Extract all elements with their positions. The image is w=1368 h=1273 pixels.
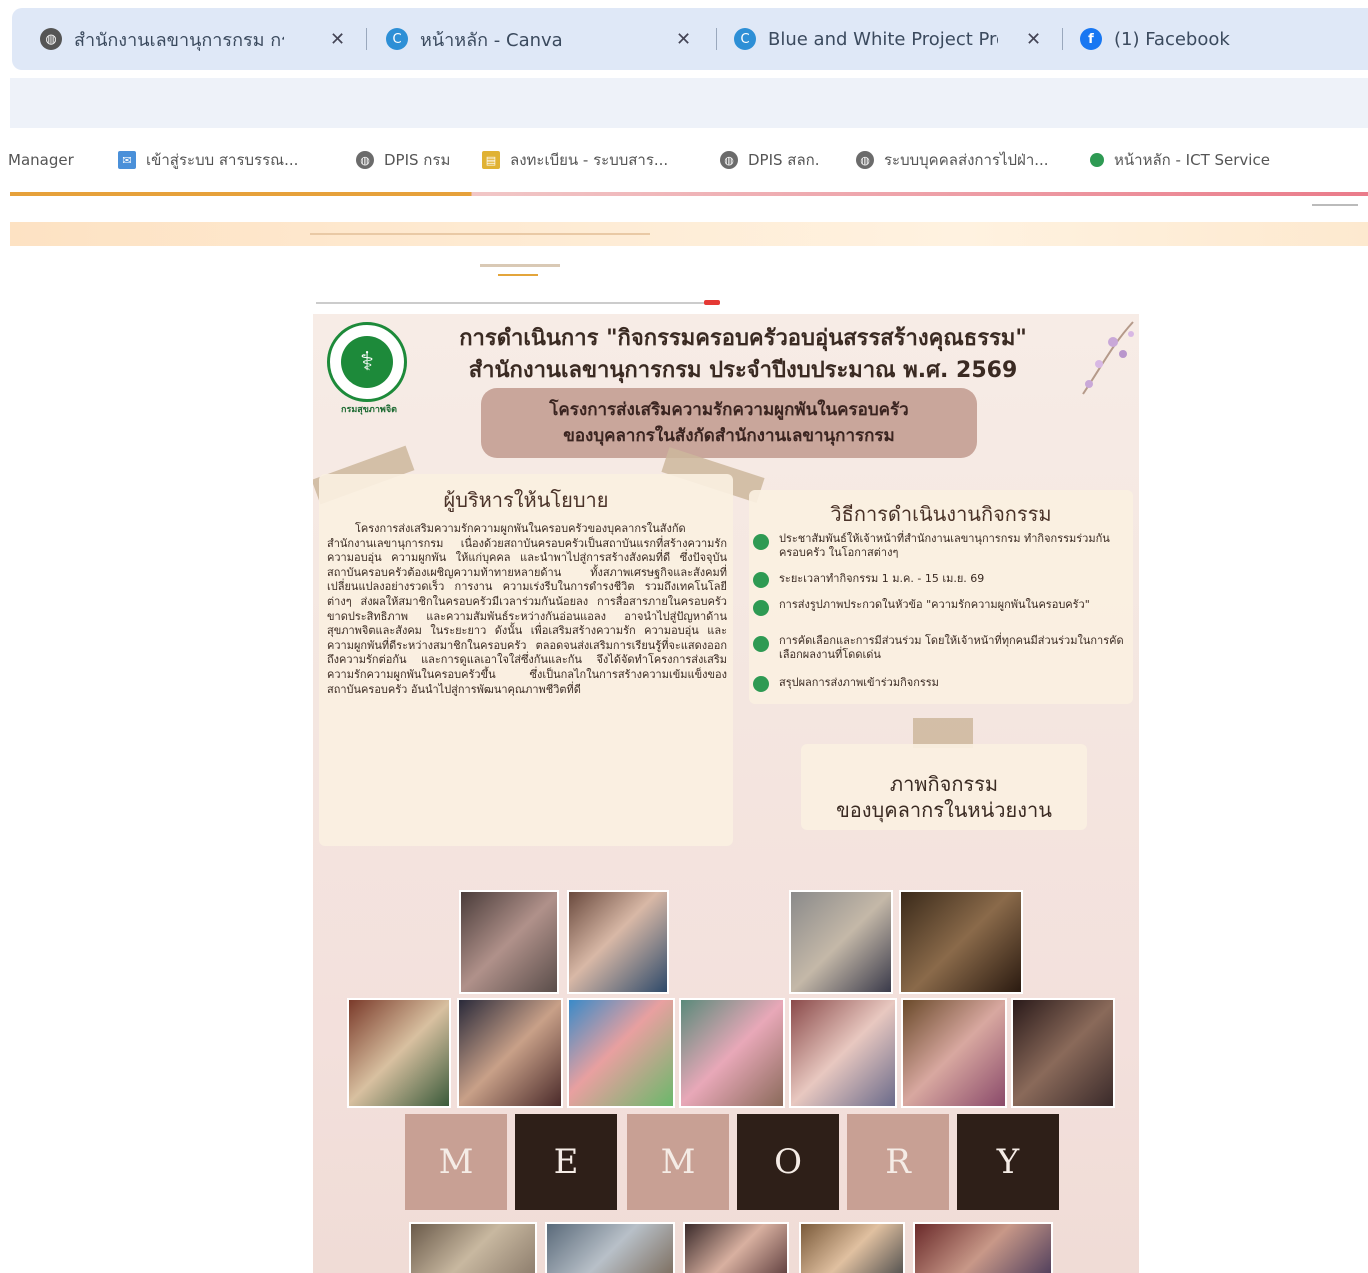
tab-1-title: สำนักงานเลขานุการกรม กรมสนั	[74, 29, 284, 51]
bookmark-dpis-slk[interactable]: ◍ DPIS สลก.	[720, 148, 820, 172]
family-photo[interactable]	[901, 998, 1007, 1108]
caduceus-icon: ⚕	[341, 336, 393, 388]
poster-title-line1: การดำเนินการ "กิจกรรมครอบครัวอบอุ่นสรรสร…	[459, 326, 1027, 351]
method-step-text: การส่งรูปภาพประกวดในหัวข้อ "ความรักความผ…	[779, 598, 1090, 611]
browser-tab-strip: ◍ สำนักงานเลขานุการกรม กรมสนั ✕ C หน้าหล…	[0, 0, 1368, 78]
tab-separator	[716, 28, 717, 50]
method-step-text: ประชาสัมพันธ์ให้เจ้าหน้าที่สำนักงานเลขาน…	[779, 532, 1110, 559]
family-photo[interactable]	[899, 890, 1023, 994]
logo-caption: กรมสุขภาพจิต	[341, 405, 397, 415]
family-photo[interactable]	[459, 890, 559, 994]
tab-3[interactable]: C Blue and White Project Prop ✕	[734, 22, 1044, 56]
address-bar-row	[10, 78, 1368, 128]
tab-4-title: (1) Facebook	[1114, 28, 1230, 50]
policy-heading: ผู้บริหารให้นโยบาย	[443, 488, 609, 512]
memory-tile-m2: M	[627, 1114, 729, 1210]
family-photo[interactable]	[567, 998, 675, 1108]
bookmark-label: DPIS กรม	[384, 151, 451, 169]
section-underline	[498, 274, 538, 276]
family-photo[interactable]	[789, 998, 897, 1108]
tab-2-close-icon[interactable]: ✕	[676, 29, 691, 50]
memory-tile-m: M	[405, 1114, 507, 1210]
globe-icon: ◍	[356, 151, 374, 169]
family-photo[interactable]	[545, 1222, 675, 1273]
family-photo[interactable]	[913, 1222, 1053, 1273]
family-photo[interactable]	[679, 998, 785, 1108]
family-photo[interactable]	[799, 1222, 905, 1273]
globe-icon: ◍	[40, 28, 62, 50]
canva-icon: C	[386, 28, 408, 50]
method-step-5: สรุปผลการส่งภาพเข้าร่วมกิจกรรม	[753, 676, 1131, 692]
bookmark-label: หน้าหลัก - ICT Service	[1114, 151, 1270, 169]
tab-2[interactable]: C หน้าหลัก - Canva ✕	[386, 22, 706, 56]
family-photo[interactable]	[789, 890, 893, 994]
bookmark-manager[interactable]: Manager	[8, 148, 74, 172]
memory-tile-o: O	[737, 1114, 839, 1210]
bookmark-label: เข้าสู่ระบบ สารบรรณ...	[146, 151, 299, 169]
globe-icon: ◍	[856, 151, 874, 169]
memory-tile-r: R	[847, 1114, 949, 1210]
section-label-faint	[480, 264, 560, 267]
method-step-3: การส่งรูปภาพประกวดในหัวข้อ "ความรักความผ…	[753, 598, 1131, 616]
family-photo[interactable]	[1011, 998, 1115, 1108]
tab-2-title: หน้าหลัก - Canva	[420, 29, 563, 51]
family-photo[interactable]	[683, 1222, 789, 1273]
bookmark-ict-service[interactable]: หน้าหลัก - ICT Service	[1090, 148, 1270, 172]
ministry-logo-icon: ⚕	[327, 322, 407, 402]
method-step-2: ระยะเวลาทำกิจกรรม 1 ม.ค. - 15 เม.ย. 69	[753, 572, 1131, 588]
canva-icon: C	[734, 28, 756, 50]
step-bullet-icon	[753, 600, 769, 616]
bookmark-register[interactable]: ▤ ลงทะเบียน - ระบบสาร...	[482, 148, 668, 172]
project-title-line1: โครงการส่งเสริมความรักความผูกพันในครอบคร…	[549, 400, 909, 420]
memory-tile-y: Y	[957, 1114, 1059, 1210]
tab-1[interactable]: ◍ สำนักงานเลขานุการกรม กรมสนั ✕	[40, 22, 345, 56]
memory-tile-e: E	[515, 1114, 617, 1210]
header-links-faint	[1312, 204, 1358, 206]
bookmark-personnel[interactable]: ◍ ระบบบุคคลส่งการไปฝ่า...	[856, 148, 1049, 172]
tab-3-title: Blue and White Project Prop	[768, 28, 998, 50]
bookmark-label: DPIS สลก.	[748, 151, 820, 169]
family-photo[interactable]	[409, 1222, 537, 1273]
step-bullet-icon	[753, 534, 769, 550]
family-photo[interactable]	[567, 890, 669, 994]
bookmark-label: ระบบบุคคลส่งการไปฝ่า...	[884, 151, 1049, 169]
method-step-text: สรุปผลการส่งภาพเข้าร่วมกิจกรรม	[779, 676, 939, 689]
bookmark-label: Manager	[8, 151, 74, 169]
bookmark-dpis-krom[interactable]: ◍ DPIS กรม	[356, 148, 450, 172]
post-caption-faint	[316, 302, 706, 304]
family-photo[interactable]	[457, 998, 563, 1108]
step-bullet-icon	[753, 572, 769, 588]
facebook-icon: f	[1080, 28, 1102, 50]
green-dot-icon	[1090, 153, 1104, 167]
globe-icon: ◍	[720, 151, 738, 169]
method-step-text: ระยะเวลาทำกิจกรรม 1 ม.ค. - 15 เม.ย. 69	[779, 572, 985, 585]
folder-icon: ▤	[482, 151, 500, 169]
project-title-line2: ของบุคลากรในสังกัดสำนักงานเลขานุการกรม	[563, 426, 895, 446]
method-step-1: ประชาสัมพันธ์ให้เจ้าหน้าที่สำนักงานเลขาน…	[753, 532, 1131, 560]
method-heading: วิธีการดำเนินงานกิจกรรม	[830, 502, 1052, 526]
step-bullet-icon	[753, 636, 769, 652]
tab-separator	[1062, 28, 1063, 50]
breadcrumb-faint	[310, 233, 650, 235]
site-color-bar	[10, 192, 1368, 196]
photos-heading-line2: ของบุคลากรในหน่วยงาน	[836, 798, 1052, 822]
tab-3-close-icon[interactable]: ✕	[1026, 29, 1041, 50]
family-photo[interactable]	[347, 998, 451, 1108]
method-step-text: การคัดเลือกและการมีส่วนร่วม โดยให้เจ้าหน…	[779, 634, 1124, 661]
tab-1-close-icon[interactable]: ✕	[330, 29, 345, 50]
step-bullet-icon	[753, 676, 769, 692]
bookmark-label: ลงทะเบียน - ระบบสาร...	[510, 151, 669, 169]
site-header-band	[10, 222, 1368, 246]
tab-4[interactable]: f (1) Facebook	[1080, 22, 1280, 56]
policy-body: โครงการส่งเสริมความรักความผูกพันในครอบคร…	[327, 522, 727, 696]
red-badge	[704, 300, 720, 305]
poster-title-line2: สำนักงานเลขานุการกรม ประจำปีงบประมาณ พ.ศ…	[468, 358, 1018, 383]
activity-poster: ⚕ กรมสุขภาพจิต การดำเนินการ "กิจกรรมครอบ…	[313, 314, 1139, 1273]
method-step-4: การคัดเลือกและการมีส่วนร่วม โดยให้เจ้าหน…	[753, 634, 1131, 662]
bookmark-saraban[interactable]: ✉ เข้าสู่ระบบ สารบรรณ...	[118, 148, 298, 172]
mail-icon: ✉	[118, 151, 136, 169]
tab-separator	[366, 28, 367, 50]
